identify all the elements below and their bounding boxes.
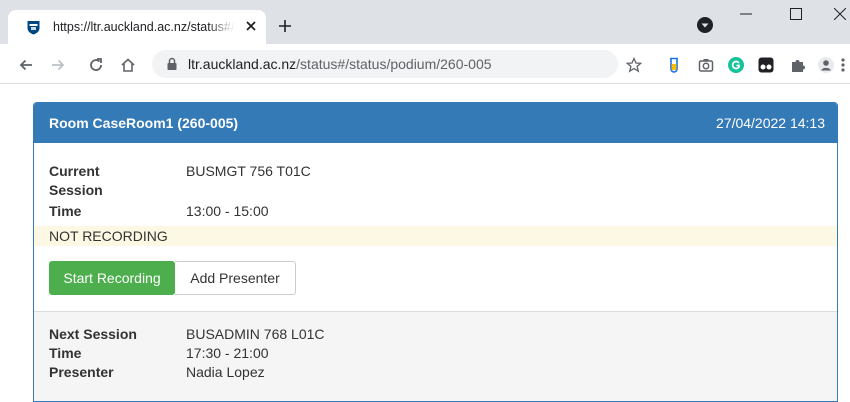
account-avatar-icon[interactable] bbox=[818, 57, 834, 73]
reload-icon[interactable] bbox=[88, 57, 104, 73]
lock-icon[interactable] bbox=[166, 57, 178, 71]
camera-extension-icon[interactable] bbox=[698, 57, 714, 73]
window-close-icon[interactable] bbox=[834, 8, 846, 20]
current-time-label: Time bbox=[49, 203, 82, 219]
next-session-value: BUSADMIN 768 L01C bbox=[186, 326, 325, 342]
close-tab-icon[interactable] bbox=[244, 19, 258, 33]
start-recording-button[interactable]: Start Recording bbox=[49, 261, 175, 295]
current-session-value: BUSMGT 756 T01C bbox=[186, 163, 311, 179]
extensions-puzzle-icon[interactable] bbox=[790, 57, 806, 73]
tampermonkey-icon[interactable] bbox=[758, 57, 774, 73]
next-time-value: 17:30 - 21:00 bbox=[186, 345, 269, 361]
beaker-extension-icon[interactable] bbox=[666, 57, 682, 73]
recording-status-bar: NOT RECORDING bbox=[34, 226, 837, 246]
university-crest-icon bbox=[27, 21, 40, 35]
tab-strip: https://ltr.auckland.ac.nz/status#/statu… bbox=[0, 0, 850, 44]
browser-toolbar: ltr.auckland.ac.nz/status#/status/podium… bbox=[0, 44, 850, 84]
url-text: ltr.auckland.ac.nz/status#/status/podium… bbox=[188, 56, 492, 72]
add-presenter-button[interactable]: Add Presenter bbox=[175, 261, 296, 295]
url-path: /status#/status/podium/260-005 bbox=[296, 56, 492, 72]
next-presenter-value: Nadia Lopez bbox=[186, 364, 265, 380]
new-tab-icon[interactable] bbox=[278, 19, 292, 33]
profile-icon[interactable] bbox=[697, 17, 713, 33]
next-session-label: Next Session bbox=[49, 326, 137, 342]
forward-arrow-icon[interactable] bbox=[50, 57, 66, 73]
room-datetime: 27/04/2022 14:13 bbox=[716, 115, 825, 131]
recording-status-text: NOT RECORDING bbox=[49, 228, 168, 244]
back-arrow-icon[interactable] bbox=[18, 57, 34, 73]
home-icon[interactable] bbox=[120, 57, 136, 73]
grammarly-icon[interactable] bbox=[728, 57, 744, 73]
room-title: Room CaseRoom1 (260-005) bbox=[49, 115, 239, 131]
panel-heading: Room CaseRoom1 (260-005) 27/04/2022 14:1… bbox=[34, 103, 837, 143]
tab-title: https://ltr.auckland.ac.nz/status#/statu… bbox=[53, 20, 235, 34]
current-session-label-line1: Current bbox=[49, 163, 100, 179]
url-host: ltr.auckland.ac.nz bbox=[188, 56, 297, 72]
room-status-panel: Room CaseRoom1 (260-005) 27/04/2022 14:1… bbox=[33, 102, 838, 402]
menu-kebab-icon[interactable] bbox=[840, 57, 846, 73]
current-session-label-line2: Session bbox=[49, 182, 103, 198]
address-bar[interactable]: ltr.auckland.ac.nz/status#/status/podium… bbox=[152, 50, 618, 78]
browser-tab[interactable]: https://ltr.auckland.ac.nz/status#/statu… bbox=[8, 10, 266, 44]
minimize-icon[interactable] bbox=[740, 10, 752, 18]
current-time-value: 13:00 - 15:00 bbox=[186, 203, 269, 219]
bookmark-star-icon[interactable] bbox=[626, 57, 642, 73]
next-session-block: Next Session BUSADMIN 768 L01C Time 17:3… bbox=[34, 311, 837, 401]
next-presenter-label: Presenter bbox=[49, 364, 114, 380]
maximize-icon[interactable] bbox=[790, 8, 802, 20]
next-time-label: Time bbox=[49, 345, 82, 361]
